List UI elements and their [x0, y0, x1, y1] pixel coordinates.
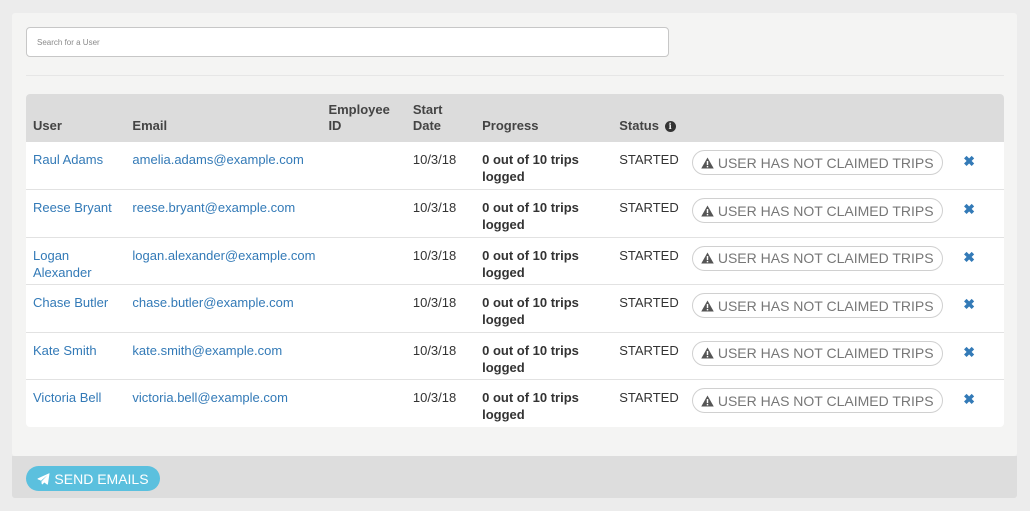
warning-triangle-icon	[701, 395, 714, 406]
unclaimed-trips-label: USER HAS NOT CLAIMED TRIPS	[717, 154, 934, 171]
user-email-link[interactable]: logan.alexander@example.com	[132, 248, 315, 263]
user-email-link[interactable]: kate.smith@example.com	[132, 343, 282, 358]
unclaimed-trips-button[interactable]: USER HAS NOT CLAIMED TRIPS	[691, 198, 943, 223]
employee-id	[321, 142, 405, 190]
warning-triangle-icon	[701, 157, 714, 168]
header-status: Status i	[612, 94, 684, 142]
warning-triangle-icon	[701, 252, 714, 264]
unclaimed-trips-label: USER HAS NOT CLAIMED TRIPS	[717, 392, 934, 409]
employee-id	[321, 190, 405, 238]
user-email-link[interactable]: reese.bryant@example.com	[132, 200, 295, 215]
user-name-link[interactable]: Reese Bryant	[33, 200, 112, 215]
user-name-link[interactable]: Victoria Bell	[33, 390, 101, 405]
user-name-link[interactable]: Logan Alexander	[33, 248, 92, 280]
table-row: Reese Bryant reese.bryant@example.com 10/3…	[26, 189, 1004, 238]
unclaimed-trips-button[interactable]: USER HAS NOT CLAIMED TRIPS	[691, 388, 943, 413]
table-header-row: User Email Employee ID Start Date Progre…	[26, 94, 1004, 142]
search-input[interactable]	[26, 27, 669, 57]
status-text: STARTED	[619, 390, 679, 405]
employee-id	[321, 285, 405, 333]
unclaimed-trips-label: USER HAS NOT CLAIMED TRIPS	[717, 250, 934, 266]
table-row: Chase Butler chase.butler@example.com 10/3…	[26, 284, 1004, 333]
info-circle-icon[interactable]: i	[664, 120, 676, 132]
employee-id	[321, 332, 405, 380]
start-date: 10/3/18	[412, 200, 457, 215]
user-name-link[interactable]: Raul Adams	[33, 152, 103, 167]
header-status-label: Status	[619, 118, 659, 133]
status-text: STARTED	[619, 295, 679, 310]
user-email-link[interactable]: chase.butler@example.com	[132, 295, 293, 310]
table-row: Raul Adams amelia.adams@example.com 10/3/1…	[26, 142, 1004, 190]
users-panel: User Email Employee ID Start Date Progre…	[12, 13, 1017, 456]
warning-triangle-icon	[701, 300, 714, 311]
start-date: 10/3/18	[412, 247, 457, 263]
unclaimed-trips-label: USER HAS NOT CLAIMED TRIPS	[717, 345, 934, 361]
footer-bar: SEND EMAILS	[12, 456, 1017, 498]
progress-text: 0 out of 10 trips logged	[482, 152, 579, 184]
unclaimed-trips-button[interactable]: USER HAS NOT CLAIMED TRIPS	[691, 150, 943, 175]
user-email-link[interactable]: amelia.adams@example.com	[132, 152, 303, 167]
header-action	[685, 94, 957, 142]
employee-id	[321, 237, 405, 285]
progress-text: 0 out of 10 trips logged	[482, 200, 579, 232]
divider	[26, 75, 1004, 76]
progress-text: 0 out of 10 trips logged	[482, 295, 579, 327]
warning-triangle-icon	[701, 205, 714, 216]
close-icon[interactable]: ✖	[963, 344, 975, 361]
unclaimed-trips-label: USER HAS NOT CLAIMED TRIPS	[717, 202, 934, 219]
unclaimed-trips-button[interactable]: USER HAS NOT CLAIMED TRIPS	[691, 293, 943, 318]
warning-triangle-icon	[701, 347, 714, 359]
table-row: Victoria Bell victoria.bell@example.com 10…	[26, 379, 1004, 428]
user-name-link[interactable]: Chase Butler	[33, 295, 108, 310]
send-emails-label: SEND EMAILS	[54, 470, 149, 487]
status-text: STARTED	[619, 247, 679, 263]
start-date: 10/3/18	[412, 342, 457, 358]
start-date: 10/3/18	[412, 295, 457, 310]
progress-text: 0 out of 10 trips logged	[482, 342, 579, 375]
table-row: Kate Smith kate.smith@example.com 10/3/18 0…	[26, 332, 1004, 380]
unclaimed-trips-button[interactable]: USER HAS NOT CLAIMED TRIPS	[691, 245, 943, 271]
employee-id	[321, 380, 405, 428]
status-text: STARTED	[619, 152, 679, 167]
close-icon[interactable]: ✖	[963, 201, 975, 218]
start-date: 10/3/18	[412, 152, 457, 167]
unclaimed-trips-button[interactable]: USER HAS NOT CLAIMED TRIPS	[691, 340, 943, 366]
header-employee-id: Employee ID	[328, 102, 390, 133]
table-row: Logan Alexander logan.alexander@example.c…	[26, 237, 1004, 285]
status-text: STARTED	[619, 200, 679, 215]
send-emails-button[interactable]: SEND EMAILS	[26, 466, 160, 491]
header-start-date: Start Date	[412, 102, 443, 133]
header-user: User	[33, 118, 62, 133]
unclaimed-trips-label: USER HAS NOT CLAIMED TRIPS	[717, 297, 934, 314]
close-icon[interactable]: ✖	[963, 249, 975, 266]
user-email-link[interactable]: victoria.bell@example.com	[132, 390, 288, 405]
paper-plane-icon	[37, 472, 50, 485]
header-progress: Progress	[482, 118, 539, 133]
close-icon[interactable]: ✖	[963, 391, 975, 408]
header-remove	[956, 94, 1004, 142]
progress-text: 0 out of 10 trips logged	[482, 247, 579, 280]
close-icon[interactable]: ✖	[963, 153, 975, 170]
close-icon[interactable]: ✖	[963, 296, 975, 313]
status-text: STARTED	[619, 342, 679, 358]
header-email: Email	[132, 118, 168, 133]
progress-text: 0 out of 10 trips logged	[482, 390, 579, 422]
users-table: User Email Employee ID Start Date Progre…	[26, 94, 1004, 427]
user-name-link[interactable]: Kate Smith	[33, 343, 97, 358]
start-date: 10/3/18	[412, 390, 457, 405]
